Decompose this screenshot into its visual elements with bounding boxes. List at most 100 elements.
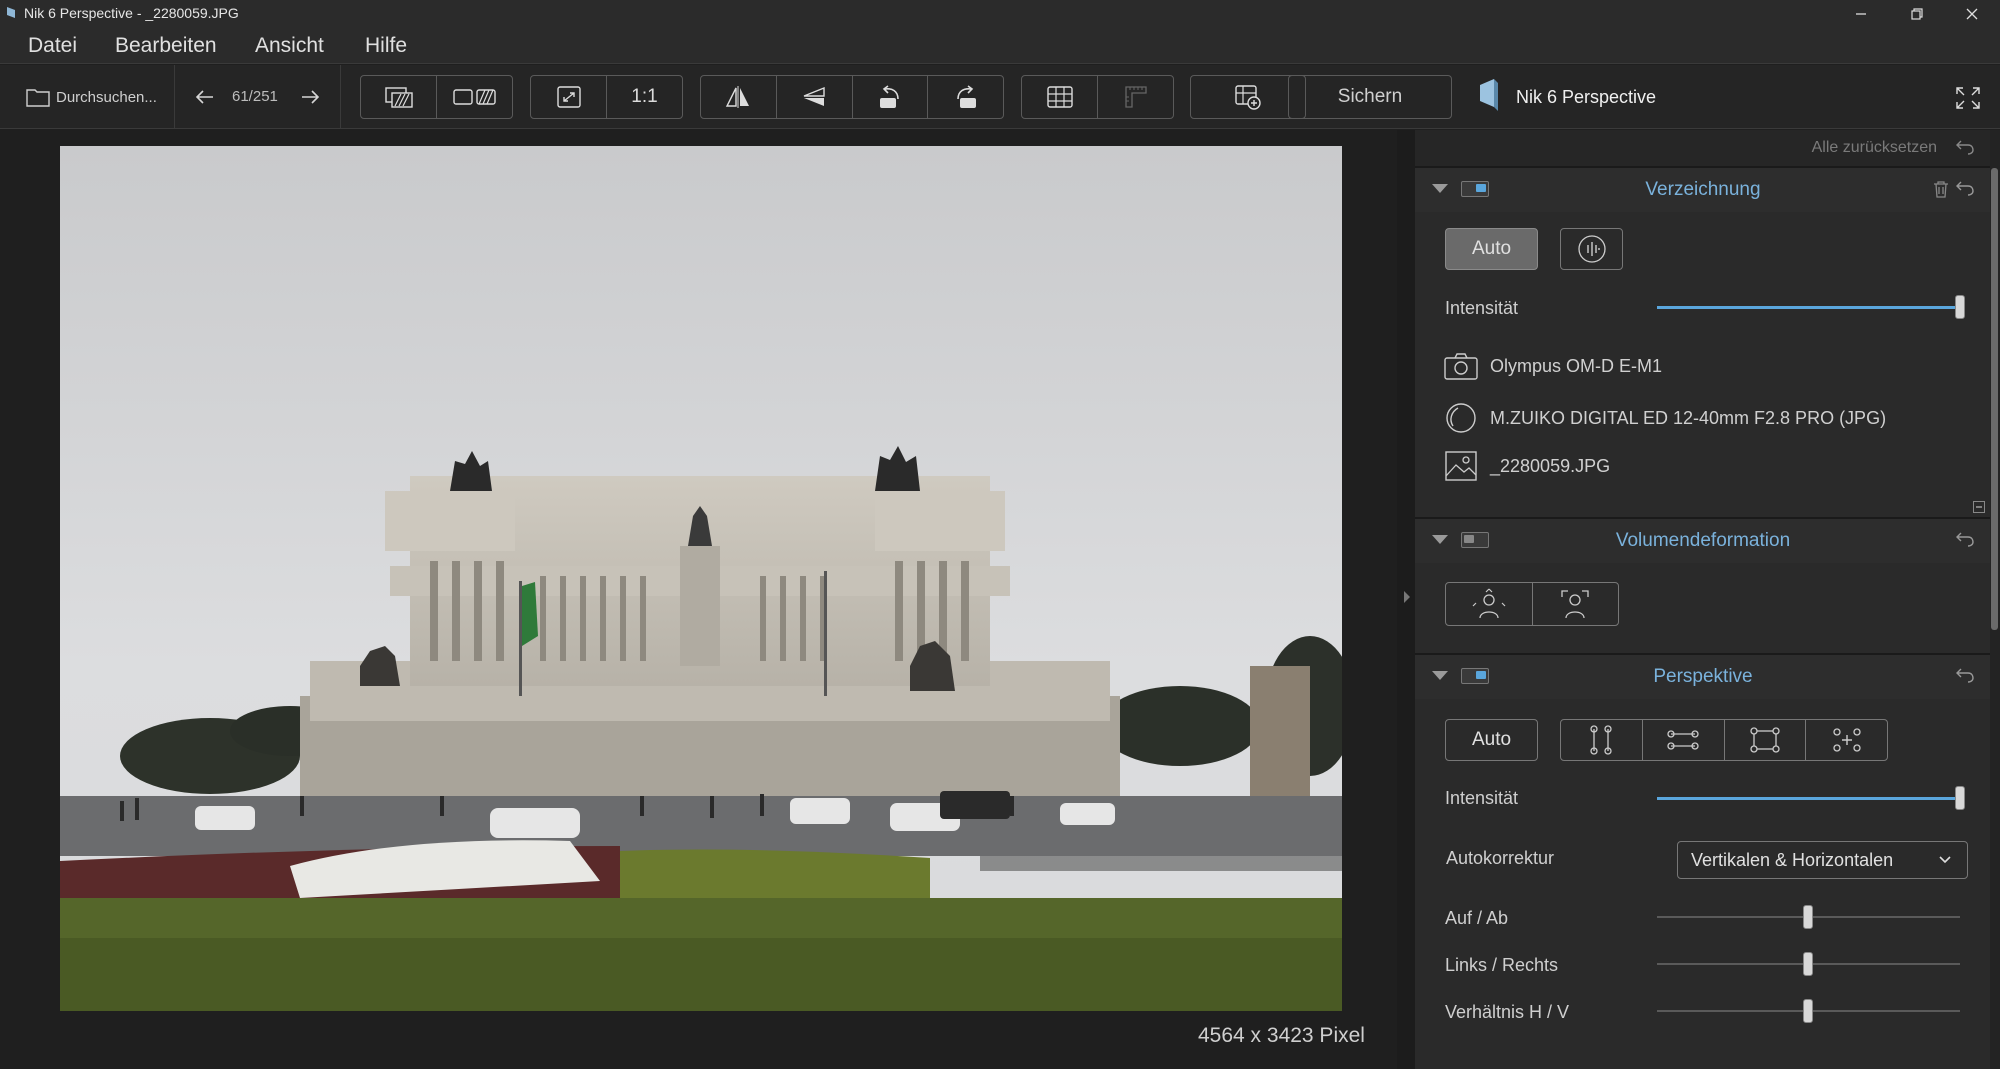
undo-icon[interactable] bbox=[1955, 139, 1975, 155]
verzeichnung-auto-button[interactable]: Auto bbox=[1445, 228, 1538, 270]
undo-icon[interactable] bbox=[1955, 531, 1975, 547]
horizontal-lines-button[interactable] bbox=[1643, 720, 1725, 760]
minimize-icon bbox=[1856, 12, 1866, 15]
image-counter: 61/251 bbox=[232, 88, 278, 105]
zoom-group: 1:1 bbox=[530, 75, 683, 119]
fit-screen-icon bbox=[556, 86, 581, 108]
before-after-overlay-icon bbox=[384, 87, 413, 108]
title-bar: Nik 6 Perspective - _2280059.JPG bbox=[0, 0, 2000, 27]
rotate-left-button[interactable] bbox=[853, 76, 929, 118]
previous-image-icon[interactable] bbox=[195, 89, 215, 105]
intensity-label: Intensität bbox=[1445, 788, 1519, 808]
ratio-slider-thumb[interactable] bbox=[1803, 999, 1813, 1023]
add-points-button[interactable] bbox=[1806, 720, 1887, 760]
menu-datei[interactable]: Datei bbox=[28, 34, 77, 58]
section-title: Verzeichnung bbox=[1645, 179, 1761, 200]
autocorrect-select[interactable]: Vertikalen & Horizontalen bbox=[1677, 841, 1968, 879]
updown-slider-thumb[interactable] bbox=[1803, 905, 1813, 929]
split-view-button[interactable] bbox=[437, 76, 512, 118]
camera-name: Olympus OM-D E-M1 bbox=[1490, 355, 1663, 376]
lens-icon bbox=[1446, 403, 1476, 433]
grid-button[interactable] bbox=[1022, 76, 1098, 118]
volume-cylinder-button[interactable] bbox=[1533, 583, 1619, 625]
browse-button[interactable]: Durchsuchen... bbox=[26, 85, 157, 109]
perspective-mode-group bbox=[1560, 719, 1888, 761]
panel-collapse-handle[interactable] bbox=[1397, 130, 1415, 1069]
section-title: Volumendeformation bbox=[1615, 530, 1791, 551]
file-name: _2280059.JPG bbox=[1490, 455, 1611, 476]
save-button[interactable]: Sichern bbox=[1288, 75, 1452, 119]
browse-label: Durchsuchen... bbox=[56, 88, 157, 106]
rectangle-points-icon bbox=[1750, 727, 1780, 753]
lens-profile-button[interactable] bbox=[1560, 228, 1623, 270]
reset-all-row: Alle zurücksetzen bbox=[1415, 130, 1991, 166]
ruler-button[interactable] bbox=[1098, 76, 1173, 118]
person-sphere-icon bbox=[1472, 588, 1506, 619]
preview-toggle-button[interactable] bbox=[361, 76, 437, 118]
toolbar-divider bbox=[340, 65, 341, 129]
flip-vertical-button[interactable] bbox=[777, 76, 853, 118]
section-volumendeformation-header[interactable]: Volumendeformation bbox=[1415, 517, 1991, 563]
intensity-slider-thumb[interactable] bbox=[1955, 295, 1965, 319]
menu-ansicht[interactable]: Ansicht bbox=[255, 34, 324, 58]
flip-horizontal-icon bbox=[726, 86, 750, 108]
undo-icon[interactable] bbox=[1955, 180, 1975, 196]
fullscreen-icon[interactable] bbox=[1956, 87, 1980, 109]
app-icon bbox=[7, 7, 15, 18]
panel-scrollbar-thumb[interactable] bbox=[1991, 168, 1998, 630]
zoom-1-1-button[interactable]: 1:1 bbox=[607, 76, 682, 118]
undo-icon[interactable] bbox=[1955, 667, 1975, 683]
restore-button[interactable] bbox=[1889, 0, 1945, 27]
perspektive-auto-button[interactable]: Auto bbox=[1445, 719, 1538, 761]
section-perspektive-header[interactable]: Perspektive bbox=[1415, 653, 1991, 699]
rotate-left-icon bbox=[879, 85, 899, 108]
lens-info-row: M.ZUIKO DIGITAL ED 12-40mm F2.8 PRO (JPG… bbox=[1444, 402, 1886, 434]
lens-waveform-icon bbox=[1577, 235, 1606, 263]
section-title: Perspektive bbox=[1653, 666, 1753, 687]
minimize-button[interactable] bbox=[1833, 0, 1889, 27]
transform-group bbox=[700, 75, 1004, 119]
adjustments-panel: Alle zurücksetzen Verzeichnung Auto Inte… bbox=[1415, 130, 1991, 1069]
compare-group bbox=[360, 75, 513, 119]
grid-icon bbox=[1046, 86, 1073, 108]
rotate-right-button[interactable] bbox=[928, 76, 1003, 118]
horizontal-lines-icon bbox=[1667, 730, 1699, 750]
menu-hilfe[interactable]: Hilfe bbox=[365, 34, 407, 58]
person-frame-icon bbox=[1561, 590, 1589, 619]
flip-horizontal-button[interactable] bbox=[701, 76, 777, 118]
next-image-icon[interactable] bbox=[300, 89, 320, 105]
perspective-intensity-track[interactable] bbox=[1657, 797, 1957, 800]
photo-preview[interactable] bbox=[60, 146, 1342, 1011]
lens-name: M.ZUIKO DIGITAL ED 12-40mm F2.8 PRO (JPG… bbox=[1490, 407, 1887, 428]
perspective-intensity-thumb[interactable] bbox=[1955, 786, 1965, 810]
fit-to-screen-button[interactable] bbox=[531, 76, 607, 118]
camera-info-row: Olympus OM-D E-M1 bbox=[1444, 352, 1662, 380]
vertical-lines-button[interactable] bbox=[1561, 720, 1643, 760]
pixel-dimensions: 4564 x 3423 Pixel bbox=[1198, 1024, 1365, 1047]
collapse-section-icon[interactable] bbox=[1973, 501, 1985, 513]
intensity-slider-track[interactable] bbox=[1657, 306, 1957, 309]
rotate-right-icon bbox=[956, 85, 976, 108]
grid-group bbox=[1021, 75, 1174, 119]
updown-label: Auf / Ab bbox=[1445, 908, 1509, 928]
volume-sphere-button[interactable] bbox=[1446, 583, 1533, 625]
split-view-icon bbox=[452, 89, 496, 105]
section-verzeichnung-header[interactable]: Verzeichnung bbox=[1415, 166, 1991, 212]
menu-bearbeiten[interactable]: Bearbeiten bbox=[115, 34, 217, 58]
rectangle-button[interactable] bbox=[1725, 720, 1807, 760]
vertical-lines-icon bbox=[1590, 725, 1613, 755]
ruler-icon bbox=[1124, 86, 1147, 108]
nik-logo-icon bbox=[1480, 79, 1498, 111]
chevron-down-icon bbox=[1939, 856, 1951, 864]
grid-add-icon bbox=[1235, 85, 1261, 110]
trash-icon[interactable] bbox=[1933, 180, 1949, 198]
reset-all-button[interactable]: Alle zurücksetzen bbox=[1812, 139, 1937, 157]
leftright-slider-thumb[interactable] bbox=[1803, 952, 1813, 976]
leftright-label: Links / Rechts bbox=[1445, 955, 1559, 975]
app-name: Nik 6 Perspective bbox=[1516, 87, 1657, 107]
photo-image bbox=[60, 146, 1342, 1011]
file-info-row: _2280059.JPG bbox=[1444, 450, 1610, 482]
menu-bar: Datei Bearbeiten Ansicht Hilfe bbox=[0, 27, 2000, 64]
close-button[interactable] bbox=[1944, 0, 2000, 27]
volume-mode-group bbox=[1445, 582, 1619, 626]
